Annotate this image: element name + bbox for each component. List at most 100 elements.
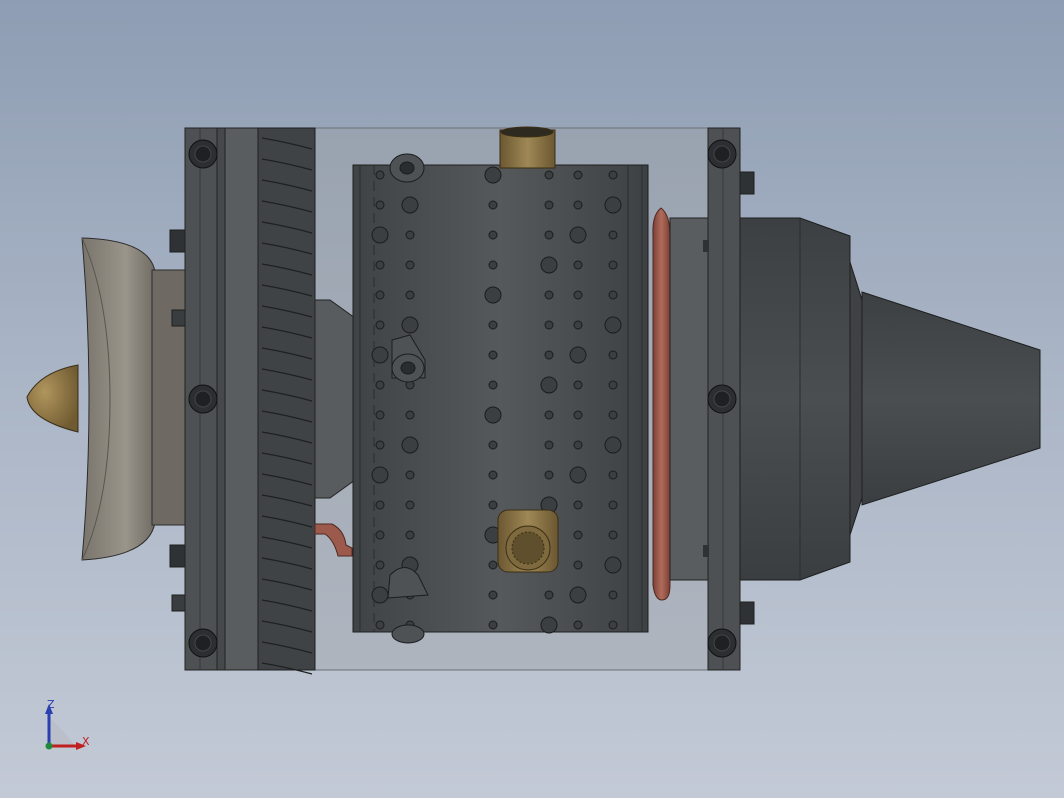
cooling-hole bbox=[484, 286, 502, 304]
cooling-hole bbox=[375, 440, 385, 450]
cooling-hole bbox=[544, 440, 554, 450]
cooling-hole bbox=[488, 230, 498, 240]
cooling-hole bbox=[484, 406, 502, 424]
cooling-hole bbox=[371, 226, 389, 244]
cooling-hole bbox=[569, 466, 587, 484]
cooling-hole bbox=[488, 200, 498, 210]
cooling-hole bbox=[608, 500, 618, 510]
cooling-hole bbox=[573, 260, 583, 270]
cooling-hole bbox=[573, 290, 583, 300]
nose-cone bbox=[26, 364, 79, 433]
cooling-hole bbox=[488, 260, 498, 270]
cooling-hole bbox=[540, 616, 558, 634]
cooling-hole bbox=[405, 530, 415, 540]
cooling-hole bbox=[573, 440, 583, 450]
cooling-hole bbox=[604, 556, 622, 574]
cooling-hole bbox=[544, 170, 554, 180]
cooling-hole bbox=[405, 410, 415, 420]
cooling-hole bbox=[608, 620, 618, 630]
cooling-hole bbox=[375, 200, 385, 210]
cooling-hole bbox=[573, 530, 583, 540]
cooling-hole bbox=[573, 560, 583, 570]
cooling-hole bbox=[604, 316, 622, 334]
cooling-hole bbox=[608, 260, 618, 270]
cooling-hole bbox=[488, 380, 498, 390]
bolt bbox=[188, 628, 218, 658]
bolt bbox=[188, 384, 218, 414]
exhaust-nozzle bbox=[861, 291, 1041, 506]
cooling-hole bbox=[401, 436, 419, 454]
bolt bbox=[188, 139, 218, 169]
cooling-hole bbox=[375, 530, 385, 540]
cooling-hole bbox=[573, 620, 583, 630]
cooling-hole bbox=[371, 586, 389, 604]
cooling-hole bbox=[405, 290, 415, 300]
cooling-hole bbox=[608, 170, 618, 180]
cooling-hole bbox=[544, 410, 554, 420]
cooling-hole bbox=[544, 200, 554, 210]
cooling-hole bbox=[488, 560, 498, 570]
cooling-hole bbox=[375, 560, 385, 570]
cooling-hole bbox=[488, 320, 498, 330]
cooling-hole bbox=[375, 380, 385, 390]
cooling-hole bbox=[608, 470, 618, 480]
cooling-hole bbox=[573, 320, 583, 330]
cooling-hole bbox=[573, 500, 583, 510]
cooling-hole bbox=[608, 230, 618, 240]
cooling-hole bbox=[608, 590, 618, 600]
x-axis-label: X bbox=[82, 735, 90, 748]
bolt bbox=[707, 139, 737, 169]
cooling-hole bbox=[375, 170, 385, 180]
cooling-hole bbox=[544, 290, 554, 300]
cooling-hole bbox=[608, 410, 618, 420]
cooling-hole bbox=[405, 470, 415, 480]
cad-viewport[interactable] bbox=[0, 0, 1064, 798]
cooling-hole bbox=[488, 350, 498, 360]
copper-fuel-pipe bbox=[652, 207, 671, 601]
cooling-hole bbox=[371, 346, 389, 364]
cooling-hole bbox=[405, 260, 415, 270]
cooling-hole bbox=[375, 290, 385, 300]
cooling-hole bbox=[544, 230, 554, 240]
bolt bbox=[707, 628, 737, 658]
cooling-hole bbox=[375, 620, 385, 630]
cooling-hole bbox=[488, 620, 498, 630]
cooling-hole bbox=[569, 226, 587, 244]
cooling-hole bbox=[544, 590, 554, 600]
cooling-hole bbox=[371, 466, 389, 484]
cooling-hole bbox=[604, 436, 622, 454]
cooling-hole bbox=[401, 196, 419, 214]
cooling-hole bbox=[544, 470, 554, 480]
cooling-hole bbox=[608, 290, 618, 300]
compressor-wheel bbox=[257, 127, 316, 675]
cooling-hole bbox=[608, 530, 618, 540]
cooling-hole bbox=[375, 500, 385, 510]
cooling-hole bbox=[375, 410, 385, 420]
cooling-hole bbox=[375, 320, 385, 330]
turbine-section bbox=[669, 217, 711, 581]
brass-top-fitting bbox=[499, 126, 556, 169]
brass-threaded-port bbox=[497, 509, 559, 573]
inlet-bell bbox=[81, 229, 187, 612]
cooling-hole bbox=[488, 500, 498, 510]
cooling-hole bbox=[569, 346, 587, 364]
cooling-hole bbox=[608, 350, 618, 360]
cooling-hole bbox=[375, 260, 385, 270]
bolt bbox=[707, 384, 737, 414]
orientation-triad: Z X bbox=[36, 696, 106, 758]
cooling-hole bbox=[488, 440, 498, 450]
cooling-hole bbox=[488, 590, 498, 600]
cooling-hole bbox=[608, 380, 618, 390]
cooling-hole bbox=[540, 376, 558, 394]
cooling-hole bbox=[401, 316, 419, 334]
cooling-hole bbox=[544, 350, 554, 360]
cooling-hole bbox=[488, 470, 498, 480]
cooling-hole bbox=[573, 410, 583, 420]
cooling-hole bbox=[573, 380, 583, 390]
cooling-hole bbox=[405, 500, 415, 510]
cooling-hole bbox=[569, 586, 587, 604]
cooling-hole bbox=[484, 166, 502, 184]
diffuser-neck bbox=[314, 299, 356, 499]
exhaust-housing bbox=[739, 217, 863, 581]
cooling-hole bbox=[573, 200, 583, 210]
